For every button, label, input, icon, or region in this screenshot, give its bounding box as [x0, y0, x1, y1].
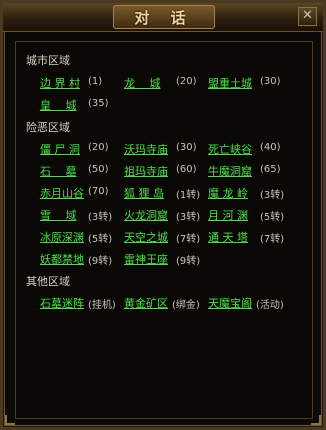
title-bar[interactable]: 对 话 ✕	[3, 3, 323, 32]
link-city-0[interactable]: 边 界 村	[40, 75, 80, 91]
note-other-1: (绑金)	[172, 300, 200, 311]
link-danger-10[interactable]: 火龙洞窟	[124, 207, 168, 223]
link-other-1[interactable]: 黄金矿区	[124, 295, 168, 311]
link-danger-11[interactable]: 月 河 渊	[208, 207, 248, 223]
link-danger-1[interactable]: 沃玛寺庙	[124, 141, 168, 157]
note-danger-16: (9转)	[176, 256, 201, 267]
link-danger-4[interactable]: 祖玛寺庙	[124, 163, 168, 179]
note-city-3: (35)	[88, 98, 109, 109]
link-city-1[interactable]: 龙 城	[124, 75, 161, 91]
note-danger-6: (70)	[88, 186, 109, 197]
link-danger-9[interactable]: 雪 域	[40, 207, 77, 223]
link-other-2[interactable]: 天魔宝阁	[208, 295, 252, 311]
corner-ornament-br	[311, 415, 321, 425]
section-title-city: 城市区域	[26, 54, 70, 67]
content-panel: 城市区域 边 界 村 (1) 龙 城 (20) 盟重土城 (30) 皇 城 (3…	[15, 41, 313, 419]
dialog-window: 对 话 ✕ 城市区域 边 界 村 (1) 龙 城 (20) 盟重土城 (30) …	[0, 0, 326, 430]
note-danger-12: (5转)	[88, 234, 113, 245]
link-danger-14[interactable]: 通 天 塔	[208, 229, 248, 245]
dialog-title: 对 话	[134, 8, 194, 27]
note-danger-4: (60)	[176, 164, 197, 175]
note-danger-8: (3转)	[260, 190, 285, 201]
note-danger-10: (3转)	[176, 212, 201, 223]
link-danger-3[interactable]: 石 墓	[40, 163, 77, 179]
note-danger-13: (7转)	[176, 234, 201, 245]
link-city-2[interactable]: 盟重土城	[208, 75, 252, 91]
note-danger-15: (9转)	[88, 256, 113, 267]
corner-ornament-bl	[5, 415, 15, 425]
note-danger-3: (50)	[88, 164, 109, 175]
note-danger-7: (1转)	[176, 190, 201, 201]
link-danger-5[interactable]: 牛魔洞窟	[208, 163, 252, 179]
note-danger-14: (7转)	[260, 234, 285, 245]
section-title-other: 其他区域	[26, 275, 70, 288]
note-danger-9: (3转)	[88, 212, 113, 223]
note-other-0: (挂机)	[88, 300, 116, 311]
link-danger-8[interactable]: 魔 龙 岭	[208, 185, 248, 201]
title-plate: 对 话	[113, 5, 215, 29]
note-danger-0: (20)	[88, 142, 109, 153]
note-danger-2: (40)	[260, 142, 281, 153]
link-danger-15[interactable]: 妖都禁地	[40, 251, 84, 267]
section-title-danger: 险恶区域	[26, 121, 70, 134]
link-danger-12[interactable]: 冰原深渊	[40, 229, 84, 245]
link-danger-7[interactable]: 狐 狸 岛	[124, 185, 164, 201]
link-danger-0[interactable]: 僵 尸 洞	[40, 141, 80, 157]
link-danger-2[interactable]: 死亡峡谷	[208, 141, 252, 157]
note-danger-1: (30)	[176, 142, 197, 153]
note-danger-11: (5转)	[260, 212, 285, 223]
link-danger-13[interactable]: 天空之城	[124, 229, 168, 245]
note-danger-5: (65)	[260, 164, 281, 175]
note-other-2: (活动)	[256, 300, 284, 311]
close-button[interactable]: ✕	[298, 7, 317, 26]
note-city-1: (20)	[176, 76, 197, 87]
note-city-2: (30)	[260, 76, 281, 87]
link-danger-6[interactable]: 赤月山谷	[40, 185, 84, 201]
link-other-0[interactable]: 石墓迷阵	[40, 295, 84, 311]
link-city-3[interactable]: 皇 城	[40, 97, 77, 113]
link-danger-16[interactable]: 雷神王座	[124, 251, 168, 267]
note-city-0: (1)	[88, 76, 103, 87]
